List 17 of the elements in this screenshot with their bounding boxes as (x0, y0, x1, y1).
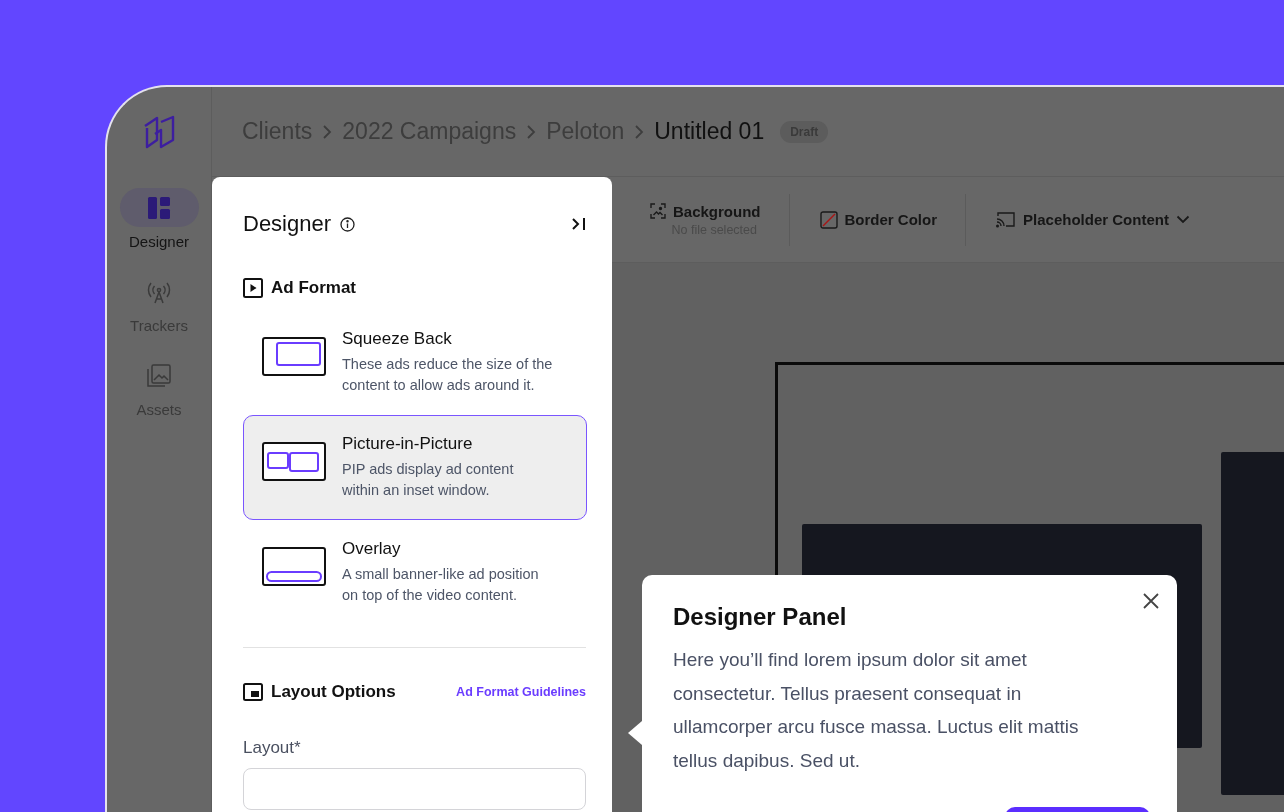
option-description: These ads reduce the size of the content to allow ads around it. (342, 355, 554, 395)
section-heading: Ad Format (271, 278, 356, 298)
option-title: Overlay (342, 539, 402, 559)
tooltip-body: Here you’ll find lorem ipsum dolor sit amet consectetur. Tellus praesent consequat in ullamcorper arcu fusce massa. Luctus elit mattis tellus dapibus. Sed ut. (673, 648, 1080, 773)
option-description: A small banner-like ad position on top of the video content. (342, 565, 540, 605)
guidelines-link[interactable]: Ad Format Guidelines (456, 685, 586, 699)
toolbar-button[interactable]: Border Color (819, 210, 966, 229)
section-heading: Layout Options (271, 682, 396, 702)
panel-title: Designer (243, 211, 332, 237)
field-label: Layout* (243, 738, 302, 758)
option-title: Squeeze Back (342, 329, 453, 349)
option-description: PIP ads display ad content within an inset window. (342, 460, 515, 500)
option-title: Picture-in-Picture (342, 434, 474, 454)
ad-format-option[interactable]: Picture-in-Picture PIP ads display ad content within an inset window. (243, 415, 587, 520)
toolbar-button[interactable]: Placeholder Content (996, 211, 1218, 228)
tooltip-title: Designer Panel (673, 603, 848, 631)
breadcrumb: Untitled 01 (654, 118, 765, 145)
